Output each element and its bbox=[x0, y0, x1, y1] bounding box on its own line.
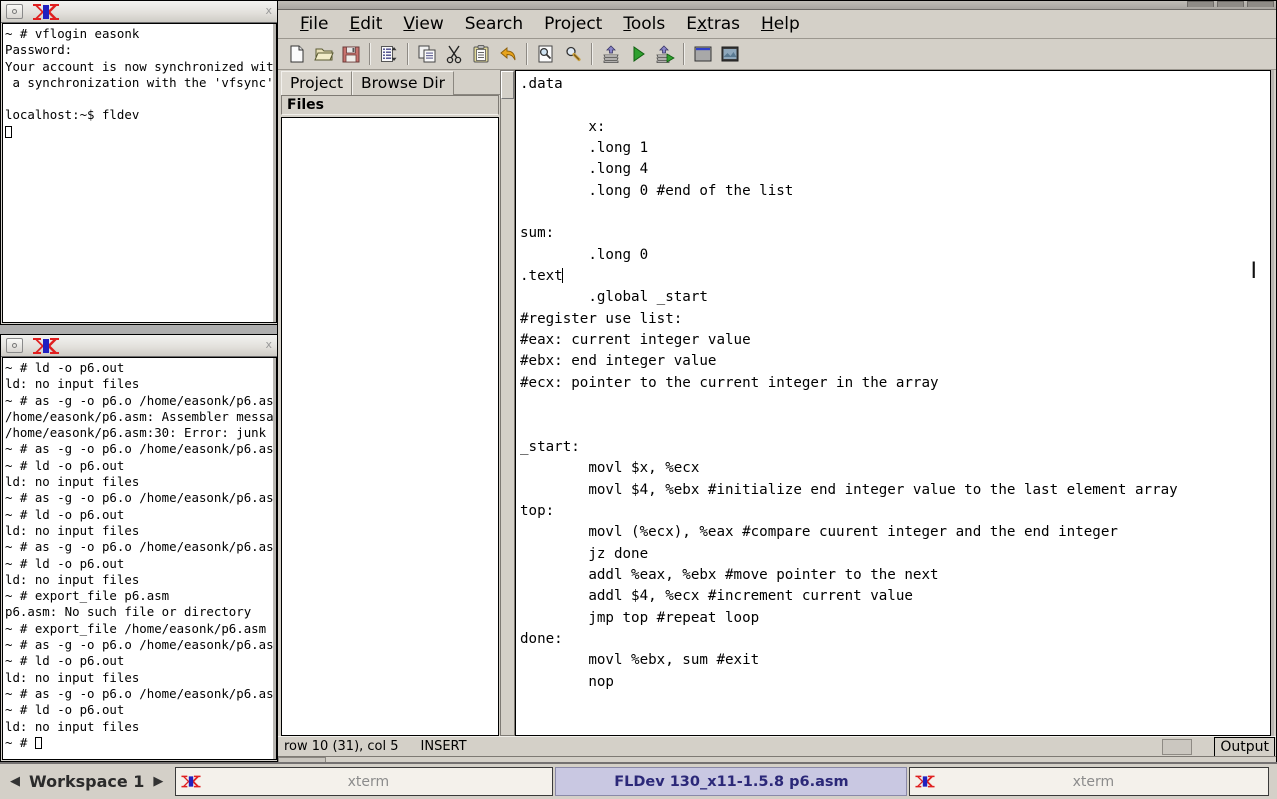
xterm-window-top[interactable]: x ~ # vflogin easonk Password: Your acco… bbox=[0, 0, 279, 325]
save-icon[interactable] bbox=[338, 41, 364, 67]
menu-extras[interactable]: Extras bbox=[676, 12, 750, 36]
xterm-titlebar-bottom[interactable]: x bbox=[1, 335, 278, 357]
toolbar-separator bbox=[369, 43, 371, 65]
editor-main-area: Project Browse Dir Files .data x: .long 1… bbox=[278, 70, 1276, 736]
cursor-position-label: row 10 (31), col 5 bbox=[284, 739, 399, 754]
code-editor[interactable]: .data x: .long 1 .long 4 .long 0 #end of… bbox=[515, 70, 1271, 736]
close-button[interactable] bbox=[1247, 1, 1274, 7]
window-menu-button[interactable] bbox=[6, 338, 23, 353]
xterm-top-output: ~ # vflogin easonk Password: Your accoun… bbox=[3, 24, 276, 140]
build-icon[interactable] bbox=[598, 41, 624, 67]
find-replace-icon[interactable] bbox=[560, 41, 586, 67]
properties-icon[interactable] bbox=[376, 41, 402, 67]
menu-view[interactable]: View bbox=[393, 12, 453, 36]
xterm-window-bottom[interactable]: x ~ # ld -o p6.out ld: no input files ~ … bbox=[0, 334, 279, 762]
toolbar-separator bbox=[407, 43, 409, 65]
xterm-titlebar-top[interactable]: x bbox=[1, 1, 278, 23]
cut-scissors-icon[interactable] bbox=[441, 41, 467, 67]
menu-tools[interactable]: Tools bbox=[613, 12, 675, 36]
xterm-logo-icon bbox=[33, 337, 59, 354]
desktop: x ~ # vflogin easonk Password: Your acco… bbox=[0, 0, 1277, 799]
build-run-icon[interactable] bbox=[652, 41, 678, 67]
workspace-prev-icon[interactable]: ◀ bbox=[10, 774, 20, 789]
toolbar-separator bbox=[591, 43, 593, 65]
terminal-scrollbar[interactable] bbox=[273, 358, 276, 759]
text-caret bbox=[561, 268, 563, 284]
undo-arrow-icon[interactable] bbox=[495, 41, 521, 67]
editor-wrap: .data x: .long 1 .long 4 .long 0 #end of… bbox=[500, 70, 1276, 736]
terminal-cursor bbox=[5, 125, 12, 138]
taskbar-button-xterm-2[interactable]: xterm bbox=[909, 767, 1270, 796]
toolbar-separator bbox=[526, 43, 528, 65]
output-window-icon[interactable] bbox=[717, 41, 743, 67]
workspace-label: Workspace 1 bbox=[29, 772, 145, 791]
find-icon[interactable] bbox=[533, 41, 559, 67]
project-panel: Project Browse Dir Files bbox=[278, 70, 500, 736]
close-icon[interactable]: x bbox=[265, 4, 272, 17]
xterm-screen-top[interactable]: ~ # vflogin easonk Password: Your accoun… bbox=[2, 23, 277, 323]
menu-edit[interactable]: Edit bbox=[339, 12, 392, 36]
copy-icon[interactable] bbox=[414, 41, 440, 67]
minimize-button[interactable] bbox=[1187, 1, 1214, 7]
project-panel-tabs[interactable]: Project Browse Dir bbox=[280, 70, 500, 95]
toolbar-separator bbox=[683, 43, 685, 65]
toolbar[interactable] bbox=[278, 39, 1276, 70]
workspace-next-icon[interactable]: ▶ bbox=[153, 774, 163, 789]
xterm-screen-bottom[interactable]: ~ # ld -o p6.out ld: no input files ~ # … bbox=[2, 357, 277, 760]
mouse-cursor-ibeam: I bbox=[1250, 259, 1258, 284]
editor-vertical-scrollbar[interactable] bbox=[500, 70, 515, 736]
menubar[interactable]: File Edit View Search Project Tools Extras Help bbox=[278, 10, 1276, 39]
workspace-switcher[interactable]: ◀ Workspace 1 ▶ bbox=[0, 764, 175, 799]
terminal-window-icon[interactable] bbox=[690, 41, 716, 67]
run-play-icon[interactable] bbox=[625, 41, 651, 67]
xterm-logo-icon bbox=[33, 3, 59, 20]
menu-search[interactable]: Search bbox=[455, 12, 533, 36]
status-spacer-box bbox=[1162, 738, 1193, 755]
project-tab-project[interactable]: Project bbox=[281, 71, 353, 95]
fldev-editor-window[interactable]: File Edit View Search Project Tools Extras Help bbox=[277, 0, 1277, 765]
menu-project[interactable]: Project bbox=[534, 12, 612, 36]
taskbar: ◀ Workspace 1 ▶ xterm FLDev 130_x11-1.5.… bbox=[0, 762, 1277, 799]
xterm-logo-icon bbox=[176, 773, 206, 790]
output-button[interactable]: Output bbox=[1214, 736, 1275, 757]
taskbar-button-fldev[interactable]: FLDev 130_x11-1.5.8 p6.asm bbox=[555, 767, 908, 796]
taskbar-button-xterm-1[interactable]: xterm bbox=[175, 767, 554, 796]
open-folder-icon[interactable] bbox=[311, 41, 337, 67]
taskbar-label: xterm bbox=[347, 773, 390, 790]
project-tab-browse-dir[interactable]: Browse Dir bbox=[352, 71, 455, 95]
editor-statusbar: row 10 (31), col 5 INSERT Output bbox=[278, 736, 1276, 757]
taskbar-label: xterm bbox=[1072, 773, 1115, 790]
menu-file[interactable]: File bbox=[290, 12, 338, 36]
code-text: .data x: .long 1 .long 4 .long 0 #end of… bbox=[520, 76, 1178, 690]
xterm-bottom-output: ~ # ld -o p6.out ld: no input files ~ # … bbox=[5, 360, 277, 750]
terminal-scrollbar[interactable] bbox=[273, 24, 276, 322]
menu-help[interactable]: Help bbox=[751, 12, 810, 36]
edit-mode-label: INSERT bbox=[420, 739, 467, 754]
paste-clipboard-icon[interactable] bbox=[468, 41, 494, 67]
window-controls[interactable] bbox=[1187, 1, 1274, 7]
files-header-label: Files bbox=[281, 95, 499, 115]
project-tabs-filler bbox=[454, 71, 500, 95]
files-list[interactable] bbox=[281, 117, 499, 736]
scrollbar-thumb[interactable] bbox=[501, 71, 514, 99]
terminal-cursor bbox=[34, 736, 42, 749]
editor-right-scrollbar[interactable] bbox=[1271, 70, 1274, 736]
close-icon[interactable]: x bbox=[265, 338, 272, 351]
fldev-titlebar[interactable] bbox=[278, 1, 1276, 10]
xterm-logo-icon bbox=[910, 773, 940, 790]
maximize-button[interactable] bbox=[1217, 1, 1244, 7]
new-file-icon[interactable] bbox=[284, 41, 310, 67]
taskbar-label: FLDev 130_x11-1.5.8 p6.asm bbox=[614, 773, 849, 790]
window-menu-button[interactable] bbox=[6, 4, 23, 19]
